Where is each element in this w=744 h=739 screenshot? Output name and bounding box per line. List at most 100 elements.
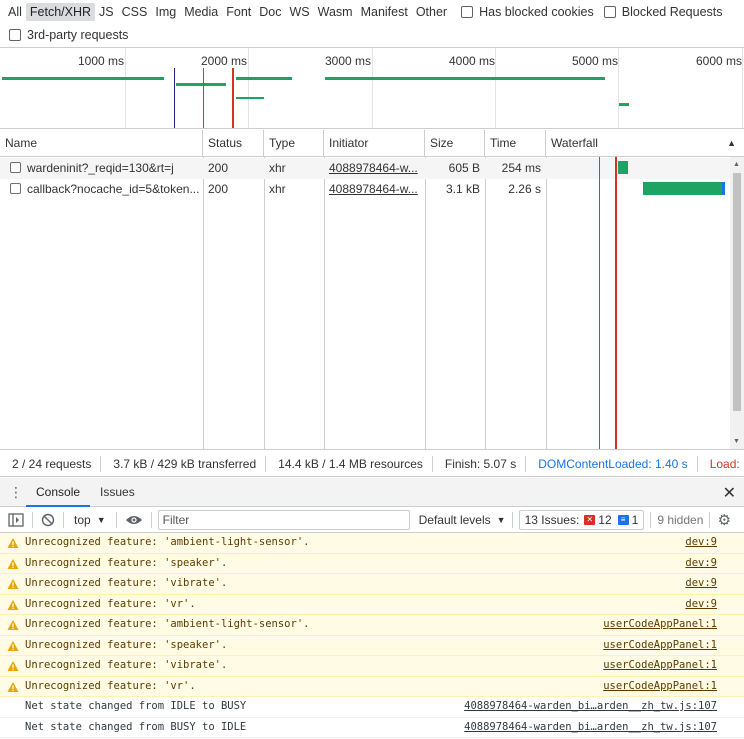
filter-img[interactable]: Img xyxy=(151,3,180,21)
message-source-link[interactable]: userCodeAppPanel:1 xyxy=(603,639,717,651)
filter-manifest[interactable]: Manifest xyxy=(357,3,412,21)
close-drawer-icon[interactable]: ✕ xyxy=(723,483,736,503)
message-source-link[interactable]: userCodeAppPanel:1 xyxy=(603,680,717,692)
message-text: Unrecognized feature: 'ambient-light-sen… xyxy=(25,536,310,548)
filter-doc[interactable]: Doc xyxy=(255,3,285,21)
message-source-link[interactable]: dev:9 xyxy=(685,536,717,548)
console-message[interactable]: Unrecognized feature: 'ambient-light-sen… xyxy=(0,615,744,636)
request-size: 605 B xyxy=(448,161,480,175)
show-sidebar-button[interactable] xyxy=(6,510,26,530)
warning-icon xyxy=(7,661,19,671)
filter-all[interactable]: All xyxy=(4,3,26,21)
third-party-row: 3rd-party requests xyxy=(0,24,128,46)
request-name: callback?nocache_id=5&token... xyxy=(27,182,200,196)
toolbar-divider xyxy=(511,511,513,528)
console-message[interactable]: Unrecognized feature: 'vibrate'. dev:9 xyxy=(0,574,744,595)
overview-request-bar xyxy=(236,97,264,99)
tab-issues[interactable]: Issues xyxy=(90,478,145,507)
request-size: 3.1 kB xyxy=(445,182,480,196)
column-header-size[interactable]: Size xyxy=(425,130,485,157)
console-message[interactable]: Net state changed from IDLE to BUSY 40889… xyxy=(0,697,744,718)
network-overview[interactable]: 1000 ms 2000 ms 3000 ms 4000 ms 5000 ms … xyxy=(0,47,744,129)
request-type: xhr xyxy=(269,161,286,175)
info-issue-icon: ≡ xyxy=(617,514,629,525)
more-tools-icon[interactable]: ⋮ xyxy=(6,484,26,501)
filter-ws[interactable]: WS xyxy=(285,3,313,21)
has-blocked-cookies-checkbox[interactable]: Has blocked cookies xyxy=(461,5,594,19)
hidden-count: 9 hidden xyxy=(657,512,704,527)
message-text: Net state changed from IDLE to BUSY xyxy=(25,700,247,712)
request-initiator-link[interactable]: 4088978464-w... xyxy=(324,158,425,179)
filter-media[interactable]: Media xyxy=(180,3,222,21)
overview-request-bar xyxy=(325,77,605,80)
column-divider xyxy=(485,157,486,449)
waterfall-load-line xyxy=(615,157,617,449)
console-message[interactable]: Unrecognized feature: 'vr'. userCodeAppPa… xyxy=(0,676,744,697)
console-message[interactable]: Unrecognized feature: 'ambient-light-sen… xyxy=(0,533,744,554)
request-status: 200 xyxy=(208,161,229,175)
summary-transferred: 3.7 kB / 429 kB transferred xyxy=(101,455,267,472)
network-filter-bar: All Fetch/XHR JS CSS Img Media Font Doc … xyxy=(0,0,744,47)
table-scrollbar[interactable]: ▲ ▼ xyxy=(730,157,744,449)
column-header-time[interactable]: Time xyxy=(485,130,546,157)
filter-css[interactable]: CSS xyxy=(118,3,152,21)
filter-fetch-xhr[interactable]: Fetch/XHR xyxy=(25,3,96,21)
column-divider xyxy=(324,157,325,449)
message-source-link[interactable]: userCodeAppPanel:1 xyxy=(603,659,717,671)
issues-label: 13 Issues: xyxy=(524,512,580,527)
clear-icon xyxy=(41,513,55,526)
message-source-link[interactable]: dev:9 xyxy=(685,577,717,589)
console-message[interactable]: Unrecognized feature: 'speaker'. userCode… xyxy=(0,635,744,656)
column-divider xyxy=(203,157,204,449)
blocked-requests-checkbox[interactable]: Blocked Requests xyxy=(603,5,723,19)
scroll-down-icon[interactable]: ▼ xyxy=(733,438,740,445)
row-checkbox[interactable] xyxy=(10,162,21,173)
filter-wasm[interactable]: Wasm xyxy=(314,3,357,21)
tab-console[interactable]: Console xyxy=(26,478,91,507)
overview-tick: 2000 ms xyxy=(201,54,248,68)
clear-console-button[interactable] xyxy=(39,510,57,530)
overview-tick: 3000 ms xyxy=(325,54,372,68)
overview-marker-line xyxy=(174,68,175,128)
message-text: Unrecognized feature: 'vibrate'. xyxy=(25,659,228,671)
column-header-status[interactable]: Status xyxy=(203,130,264,157)
console-message[interactable]: Unrecognized feature: 'vr'. dev:9 xyxy=(0,594,744,615)
column-header-initiator[interactable]: Initiator xyxy=(324,130,425,157)
message-source-link[interactable]: dev:9 xyxy=(685,557,717,569)
third-party-checkbox[interactable]: 3rd-party requests xyxy=(9,28,128,42)
scroll-thumb[interactable] xyxy=(733,173,741,411)
eye-icon xyxy=(125,515,142,524)
filter-js[interactable]: JS xyxy=(95,3,118,21)
console-message[interactable]: Unrecognized feature: 'speaker'. dev:9 xyxy=(0,553,744,574)
sidebar-icon xyxy=(8,512,24,527)
console-message[interactable]: Unrecognized feature: 'vibrate'. userCode… xyxy=(0,656,744,677)
column-divider xyxy=(425,157,426,449)
console-filter-input[interactable] xyxy=(157,509,410,530)
context-selector[interactable]: top ▼ xyxy=(70,510,110,530)
console-settings-gear-icon[interactable]: ⚙ xyxy=(716,510,732,530)
message-source-link[interactable]: 4088978464-warden_bi…arden__zh_tw.js:107 xyxy=(464,700,717,712)
message-source-link[interactable]: 4088978464-warden_bi…arden__zh_tw.js:107 xyxy=(464,721,717,733)
toolbar-divider xyxy=(709,511,711,528)
issues-error-count: 12 xyxy=(598,512,612,527)
request-type: xhr xyxy=(269,182,286,196)
console-message[interactable]: Net state changed from BUSY to IDLE 40889… xyxy=(0,717,744,738)
issues-counter-button[interactable]: 13 Issues: ✕ 12 ≡ 1 xyxy=(518,509,645,530)
log-levels-dropdown[interactable]: Default levels ▼ xyxy=(419,510,506,530)
filter-font[interactable]: Font xyxy=(222,3,255,21)
overview-gridline xyxy=(742,48,743,128)
overview-gridline xyxy=(495,48,496,128)
scroll-up-icon[interactable]: ▲ xyxy=(733,161,740,168)
message-source-link[interactable]: dev:9 xyxy=(685,598,717,610)
summary-resources: 14.4 kB / 1.4 MB resources xyxy=(266,455,433,472)
row-checkbox[interactable] xyxy=(10,183,21,194)
waterfall-bar xyxy=(618,161,628,174)
request-initiator-link[interactable]: 4088978464-w... xyxy=(324,179,425,200)
live-expression-button[interactable] xyxy=(123,510,145,530)
has-blocked-cookies-label: Has blocked cookies xyxy=(479,5,594,19)
filter-other[interactable]: Other xyxy=(412,3,451,21)
message-source-link[interactable]: userCodeAppPanel:1 xyxy=(603,618,717,630)
column-header-waterfall[interactable]: Waterfall ▲ xyxy=(546,130,744,157)
column-header-type[interactable]: Type xyxy=(264,130,324,157)
column-header-name[interactable]: Name xyxy=(0,130,203,157)
